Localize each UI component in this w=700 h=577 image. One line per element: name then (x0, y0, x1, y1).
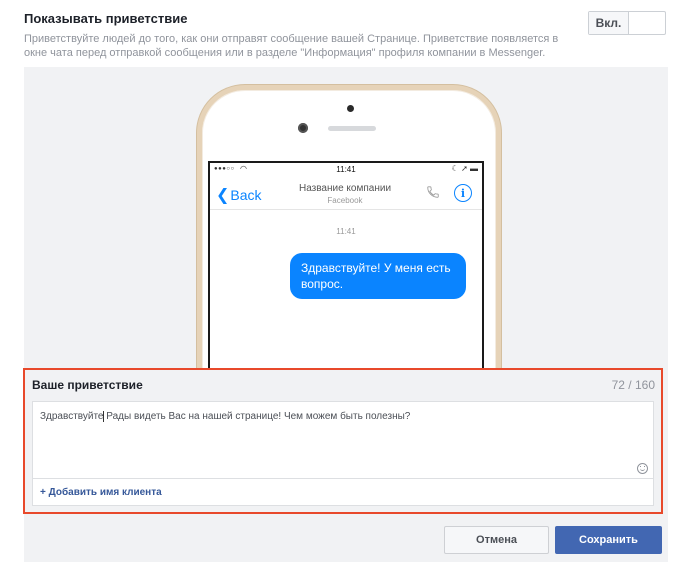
status-bar: ●●●○○ ◠ 11:41 ☾ ➚ ▬ (210, 163, 482, 177)
greeting-text-input[interactable]: Здравствуйте Рады видеть Вас на нашей ст… (32, 401, 654, 479)
toggle-off-area[interactable] (629, 12, 665, 34)
camera-icon (298, 123, 308, 133)
speaker-grill (328, 126, 376, 131)
contact-name: Название компании (298, 183, 392, 194)
greeting-settings-title: Показывать приветствие (24, 11, 188, 26)
message-timestamp: 11:41 (336, 227, 356, 236)
sensor-dot (347, 105, 354, 112)
greeting-footer: + Добавить имя клиента (32, 479, 654, 506)
info-icon[interactable]: i (454, 184, 472, 202)
contact-info: Название компании Facebook (270, 183, 420, 205)
greeting-text-start: Здравствуйте (40, 411, 104, 423)
greeting-toggle[interactable]: Вкл. (588, 11, 666, 35)
back-label: Back (230, 187, 262, 203)
chevron-left-icon: ❮ (216, 187, 230, 204)
battery-icon: ☾ ➚ ▬ (451, 164, 478, 173)
save-button[interactable]: Сохранить (555, 526, 662, 554)
greeting-settings-description: Приветствуйте людей до того, как они отп… (24, 33, 559, 59)
greeting-label: Ваше приветствие (32, 378, 143, 392)
greeting-editor: Ваше приветствие 72 / 160 Здравствуйте Р… (23, 368, 663, 514)
greeting-text-end: Рады видеть Вас на нашей странице! Чем м… (103, 411, 411, 423)
back-button[interactable]: ❮Back (216, 185, 262, 205)
status-time: 11:41 (336, 165, 356, 174)
sent-message-bubble: Здравствуйте! У меня есть вопрос. (290, 253, 466, 299)
phone-call-icon[interactable] (426, 185, 440, 199)
add-client-name-link[interactable]: + Добавить имя клиента (40, 487, 162, 498)
chat-header: ❮Back Название компании Facebook i (210, 177, 482, 210)
character-counter: 72 / 160 (611, 378, 655, 392)
emoji-icon[interactable] (637, 463, 648, 474)
cancel-button[interactable]: Отмена (444, 526, 549, 554)
contact-subtitle: Facebook (327, 196, 363, 205)
toggle-on-label[interactable]: Вкл. (589, 12, 629, 34)
